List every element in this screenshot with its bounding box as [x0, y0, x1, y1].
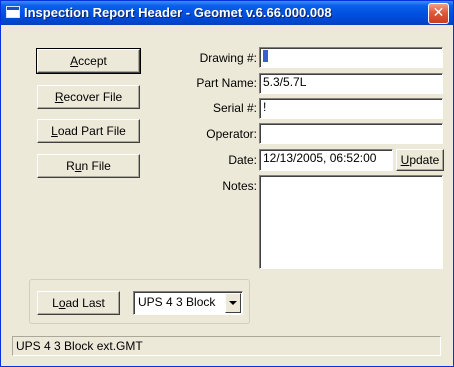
operator-label: Operator:	[206, 127, 257, 141]
serial-field[interactable]: !	[259, 98, 443, 119]
status-bar: UPS 4 3 Block ext.GMT	[12, 336, 441, 356]
date-label: Date:	[228, 153, 257, 167]
accept-button[interactable]: Accept	[36, 48, 141, 74]
inspection-report-header-dialog: Inspection Report Header - Geomet v.6.66…	[0, 0, 454, 367]
close-button[interactable]: ✕	[428, 3, 449, 24]
drawing-field[interactable]	[259, 47, 443, 68]
load-last-button[interactable]: Load Last	[37, 291, 120, 315]
part-name-field[interactable]: 5.3/5.7L	[259, 73, 443, 94]
update-button[interactable]: Update	[396, 149, 444, 171]
window-title: Inspection Report Header - Geomet v.6.66…	[24, 5, 332, 20]
recover-file-button[interactable]: Recover File	[37, 85, 140, 109]
operator-field[interactable]	[259, 123, 443, 144]
load-part-file-button[interactable]: Load Part File	[37, 119, 140, 143]
serial-label: Serial #:	[212, 101, 257, 115]
text-cursor	[263, 50, 268, 62]
window-icon	[6, 6, 20, 18]
chevron-down-icon[interactable]	[225, 293, 241, 313]
close-icon: ✕	[432, 5, 445, 21]
drawing-label: Drawing #:	[199, 51, 257, 65]
notes-label: Notes:	[222, 179, 257, 193]
title-bar[interactable]: Inspection Report Header - Geomet v.6.66…	[1, 1, 453, 25]
last-file-selected: UPS 4 3 Block	[138, 295, 216, 309]
part-name-label: Part Name:	[196, 76, 257, 90]
date-field[interactable]: 12/13/2005, 06:52:00	[259, 149, 393, 171]
last-file-dropdown[interactable]: UPS 4 3 Block	[133, 291, 243, 315]
notes-field[interactable]	[259, 175, 443, 269]
run-file-button[interactable]: Run File	[37, 154, 140, 178]
